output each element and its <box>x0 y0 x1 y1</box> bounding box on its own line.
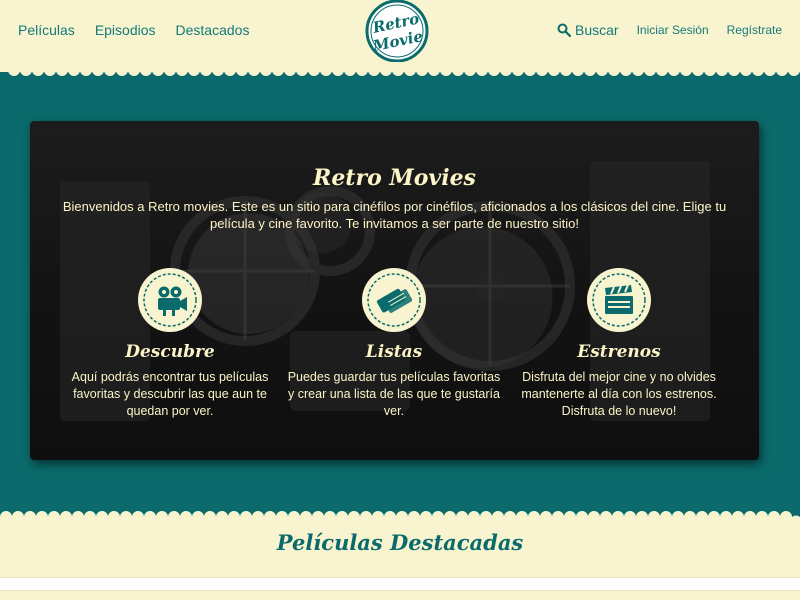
feature-text: Puedes guardar tus películas favoritas y… <box>287 370 501 418</box>
feature-descubre: Descubre Aquí podrás encontrar tus pelíc… <box>60 266 280 420</box>
feature-text: Aquí podrás encontrar tus películas favo… <box>71 370 269 418</box>
feature-title: Descubre <box>125 342 215 362</box>
nav-link-episodios[interactable]: Episodios <box>95 22 156 38</box>
hero-description: Bienvenidos a Retro movies. Este es un s… <box>62 199 727 231</box>
register-link[interactable]: Regístrate <box>727 23 782 37</box>
tickets-icon <box>362 268 426 332</box>
movie-camera-icon <box>138 268 202 332</box>
nav-link-peliculas[interactable]: Películas <box>18 22 75 38</box>
main-nav: Películas Episodios Destacados <box>18 22 249 38</box>
clapperboard-icon <box>587 268 651 332</box>
search-label: Buscar <box>575 22 619 38</box>
feature-title: Estrenos <box>577 342 661 362</box>
featured-movies-title: Películas Destacadas <box>276 530 524 555</box>
hero-title: Retro Movies <box>313 165 476 191</box>
login-link[interactable]: Iniciar Sesión <box>637 23 709 37</box>
scalloped-divider-bottom <box>0 511 800 522</box>
feature-title: Listas <box>365 342 423 362</box>
nav-link-destacados[interactable]: Destacados <box>176 22 250 38</box>
site-header: Películas Episodios Destacados Retro Mov… <box>0 0 800 72</box>
hero-card: Retro Movies Bienvenidos a Retro movies.… <box>30 121 759 460</box>
featured-movies-strip <box>0 577 800 591</box>
feature-text: Disfruta del mejor cine y no olvides man… <box>521 370 717 418</box>
retro-movie-logo[interactable]: Retro Movie <box>363 0 431 62</box>
search-icon <box>557 23 572 37</box>
search-link[interactable]: Buscar <box>557 22 619 38</box>
user-nav: Buscar Iniciar Sesión Regístrate <box>557 22 782 38</box>
feature-listas: Listas Puedes guardar tus películas favo… <box>284 266 504 420</box>
feature-estrenos: Estrenos Disfruta del mejor cine y no ol… <box>509 266 729 420</box>
